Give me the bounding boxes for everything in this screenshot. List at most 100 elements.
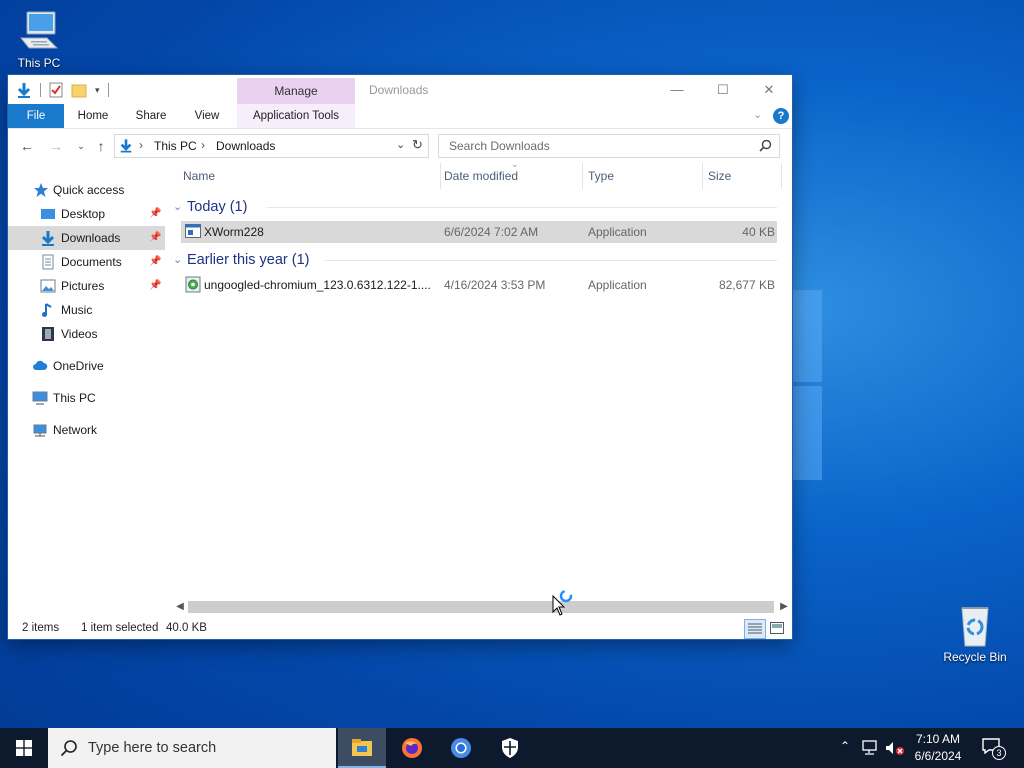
show-hidden-icons-icon[interactable]: ⌃ xyxy=(840,739,850,753)
back-button[interactable]: ← xyxy=(18,137,36,155)
table-row[interactable]: XWorm228 6/6/2024 7:02 AM Application 40… xyxy=(181,221,777,243)
column-divider[interactable] xyxy=(702,163,703,189)
network-status-icon[interactable] xyxy=(862,740,880,756)
file-type: Application xyxy=(588,225,647,239)
file-type: Application xyxy=(588,278,647,292)
details-view-button[interactable] xyxy=(744,619,766,639)
recent-locations-button[interactable]: ⌄ xyxy=(72,137,90,155)
scroll-left-icon[interactable]: ◀ xyxy=(173,599,187,615)
windows-start-icon xyxy=(16,740,32,756)
nav-item-downloads[interactable]: Downloads 📌 xyxy=(8,226,165,250)
tab-share[interactable]: Share xyxy=(126,104,176,128)
column-header-name[interactable]: Name xyxy=(183,163,441,189)
nav-item-onedrive[interactable]: OneDrive xyxy=(8,354,165,378)
tab-view[interactable]: View xyxy=(184,104,230,128)
tab-application-tools[interactable]: Application Tools xyxy=(237,104,355,128)
close-button[interactable]: ✕ xyxy=(746,75,792,104)
music-icon xyxy=(42,303,52,317)
search-input[interactable] xyxy=(447,138,751,154)
nav-item-this-pc[interactable]: This PC xyxy=(8,386,165,410)
navigation-pane: Quick access Desktop 📌 Downloads 📌 Docum… xyxy=(8,174,173,514)
security-shield-icon xyxy=(502,738,518,758)
nav-item-label: Quick access xyxy=(53,183,125,197)
start-button[interactable] xyxy=(0,728,48,768)
system-clock[interactable]: 7:10 AM 6/6/2024 xyxy=(902,731,974,765)
refresh-icon[interactable]: ↻ xyxy=(412,137,423,153)
taskbar-search-box[interactable]: Type here to search xyxy=(48,728,336,768)
column-header-size[interactable]: Size xyxy=(708,163,778,189)
help-icon[interactable]: ? xyxy=(773,108,789,124)
properties-icon[interactable] xyxy=(49,82,63,98)
pin-icon: 📌 xyxy=(149,256,162,267)
scrollbar-thumb[interactable] xyxy=(188,601,774,613)
nav-item-pictures[interactable]: Pictures 📌 xyxy=(8,274,165,298)
quick-access-toolbar: ▾ xyxy=(16,81,109,99)
address-bar[interactable]: › This PC › Downloads ⌄ ↻ xyxy=(114,134,429,158)
column-header-type[interactable]: Type xyxy=(588,163,702,189)
column-divider[interactable] xyxy=(440,163,441,189)
divider xyxy=(40,83,41,97)
breadcrumb-this-pc[interactable]: This PC xyxy=(154,139,197,153)
customize-qat-icon[interactable]: ▾ xyxy=(95,85,100,96)
nav-item-label: Music xyxy=(61,303,93,317)
title-bar[interactable]: ▾ Manage Downloads — ☐ ✕ xyxy=(8,75,792,104)
scroll-right-icon[interactable]: ▶ xyxy=(777,599,791,615)
tab-home[interactable]: Home xyxy=(68,104,118,128)
clock-time: 7:10 AM xyxy=(915,732,961,746)
horizontal-scrollbar[interactable]: ◀ ▶ xyxy=(173,599,792,615)
file-date-modified: 4/16/2024 3:53 PM xyxy=(444,278,546,292)
taskbar-file-explorer[interactable] xyxy=(338,728,386,768)
nav-item-music[interactable]: Music xyxy=(8,298,165,322)
forward-button[interactable]: → xyxy=(47,137,65,155)
search-icon xyxy=(60,740,77,757)
chromium-installer-icon xyxy=(185,276,201,293)
file-size: 82,677 KB xyxy=(718,278,775,292)
desktop-icon xyxy=(41,209,55,219)
large-icons-view-icon xyxy=(770,622,784,634)
busy-cursor-icon xyxy=(552,589,573,616)
tab-file[interactable]: File xyxy=(8,104,64,128)
pin-icon: 📌 xyxy=(149,232,162,243)
maximize-button[interactable]: ☐ xyxy=(700,75,746,104)
address-dropdown-icon[interactable]: ⌄ xyxy=(396,138,405,151)
file-name: ungoogled-chromium_123.0.6312.122-1.... xyxy=(204,278,431,292)
clock-date: 6/6/2024 xyxy=(914,749,962,763)
nav-item-desktop[interactable]: Desktop 📌 xyxy=(8,202,165,226)
nav-item-videos[interactable]: Videos xyxy=(8,322,165,346)
nav-item-network[interactable]: Network xyxy=(8,418,165,442)
desktop-icon-this-pc[interactable]: This PC xyxy=(1,8,77,70)
details-view-icon xyxy=(748,623,762,634)
column-divider[interactable] xyxy=(582,163,583,189)
action-center-button[interactable]: 3 xyxy=(980,736,1006,760)
file-size: 40 KB xyxy=(742,225,775,239)
nav-item-label: Documents xyxy=(61,255,122,269)
taskbar-chrome[interactable] xyxy=(437,728,485,768)
taskbar-firefox[interactable] xyxy=(388,728,436,768)
download-arrow-icon xyxy=(41,231,55,246)
nav-item-documents[interactable]: Documents 📌 xyxy=(8,250,165,274)
up-button[interactable]: ↑ xyxy=(92,137,110,155)
minimize-button[interactable]: — xyxy=(654,75,700,104)
new-folder-icon[interactable] xyxy=(71,82,87,98)
desktop-icon-recycle-bin[interactable]: Recycle Bin xyxy=(937,602,1013,664)
breadcrumb-separator: › xyxy=(201,138,205,152)
breadcrumb-downloads[interactable]: Downloads xyxy=(216,139,275,153)
manage-context-tab[interactable]: Manage xyxy=(237,78,355,104)
taskbar: Type here to search ⌃ 7:10 AM 6/6/2024 3 xyxy=(0,728,1024,768)
download-arrow-icon[interactable] xyxy=(16,82,32,98)
search-icon[interactable] xyxy=(759,139,772,152)
expand-ribbon-icon[interactable]: ⌄ xyxy=(753,108,762,121)
collapse-chevron-icon[interactable]: ⌄ xyxy=(173,196,185,218)
notification-count-badge: 3 xyxy=(992,746,1006,760)
nav-item-label: Network xyxy=(53,423,98,437)
large-icons-view-button[interactable] xyxy=(768,620,786,636)
table-row[interactable]: ungoogled-chromium_123.0.6312.122-1.... … xyxy=(181,274,777,296)
file-list: Name Date modified Type Size ⌄ ⌄ Today (… xyxy=(173,159,792,613)
nav-item-quick-access[interactable]: Quick access xyxy=(8,178,165,202)
column-divider[interactable] xyxy=(781,163,782,189)
nav-item-label: Desktop xyxy=(61,207,106,221)
status-item-count: 2 items xyxy=(22,622,60,634)
taskbar-windows-security[interactable] xyxy=(486,728,534,768)
collapse-chevron-icon[interactable]: ⌄ xyxy=(173,249,185,271)
desktop-icon-label: Recycle Bin xyxy=(943,650,1007,664)
